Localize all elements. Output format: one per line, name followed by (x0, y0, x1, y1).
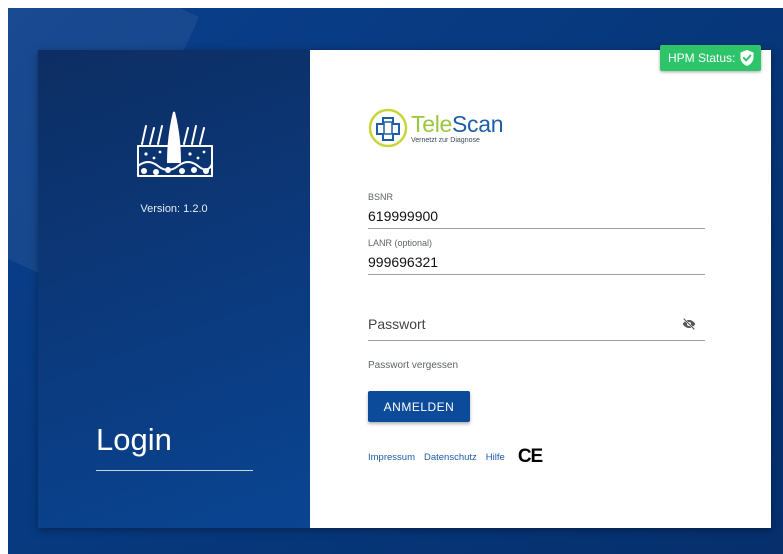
telescan-logo: TeleScan Vernetzt zur Diagnose (368, 108, 504, 148)
footer-links: Impressum Datenschutz Hilfe CE (368, 446, 543, 468)
login-button[interactable]: ANMELDEN (368, 391, 470, 422)
brand-name: TeleScan (411, 110, 504, 137)
login-form-panel: TeleScan Vernetzt zur Diagnose BSNR 6199… (310, 50, 771, 528)
hilfe-link[interactable]: Hilfe (486, 452, 505, 463)
forgot-password-link[interactable]: Passwort vergessen (368, 360, 458, 371)
login-title-underline (96, 470, 253, 471)
hpm-status-label: HPM Status: (668, 51, 736, 65)
brand-tagline: Vernetzt zur Diagnose (411, 136, 480, 144)
bsnr-input[interactable]: 619999900 (368, 208, 705, 229)
password-input[interactable] (368, 316, 668, 332)
ce-mark-icon: CE (517, 446, 543, 467)
shield-check-icon (740, 50, 754, 66)
login-title: Login (96, 422, 172, 457)
login-card: Version: 1.2.0 Login TeleScan Vernetzt z… (38, 45, 771, 528)
bsnr-label: BSNR (368, 192, 394, 202)
skin-layers-icon (137, 111, 213, 177)
lanr-label: LANR (optional) (368, 238, 433, 248)
branding-panel: Version: 1.2.0 Login (38, 50, 310, 528)
lanr-field[interactable]: LANR (optional) 999696321 (368, 238, 705, 275)
password-field[interactable] (368, 316, 705, 341)
impressum-link[interactable]: Impressum (368, 452, 415, 463)
telescan-logo-icon (368, 108, 408, 148)
datenschutz-link[interactable]: Datenschutz (424, 452, 477, 463)
brand-name-scan: Scan (452, 110, 504, 137)
lanr-input[interactable]: 999696321 (368, 254, 705, 275)
eye-off-icon[interactable] (681, 316, 697, 332)
brand-name-tele: Tele (411, 110, 452, 137)
bsnr-field[interactable]: BSNR 619999900 (368, 192, 705, 229)
hpm-status-badge[interactable]: HPM Status: (660, 45, 762, 71)
version-text: Version: 1.2.0 (140, 203, 208, 215)
